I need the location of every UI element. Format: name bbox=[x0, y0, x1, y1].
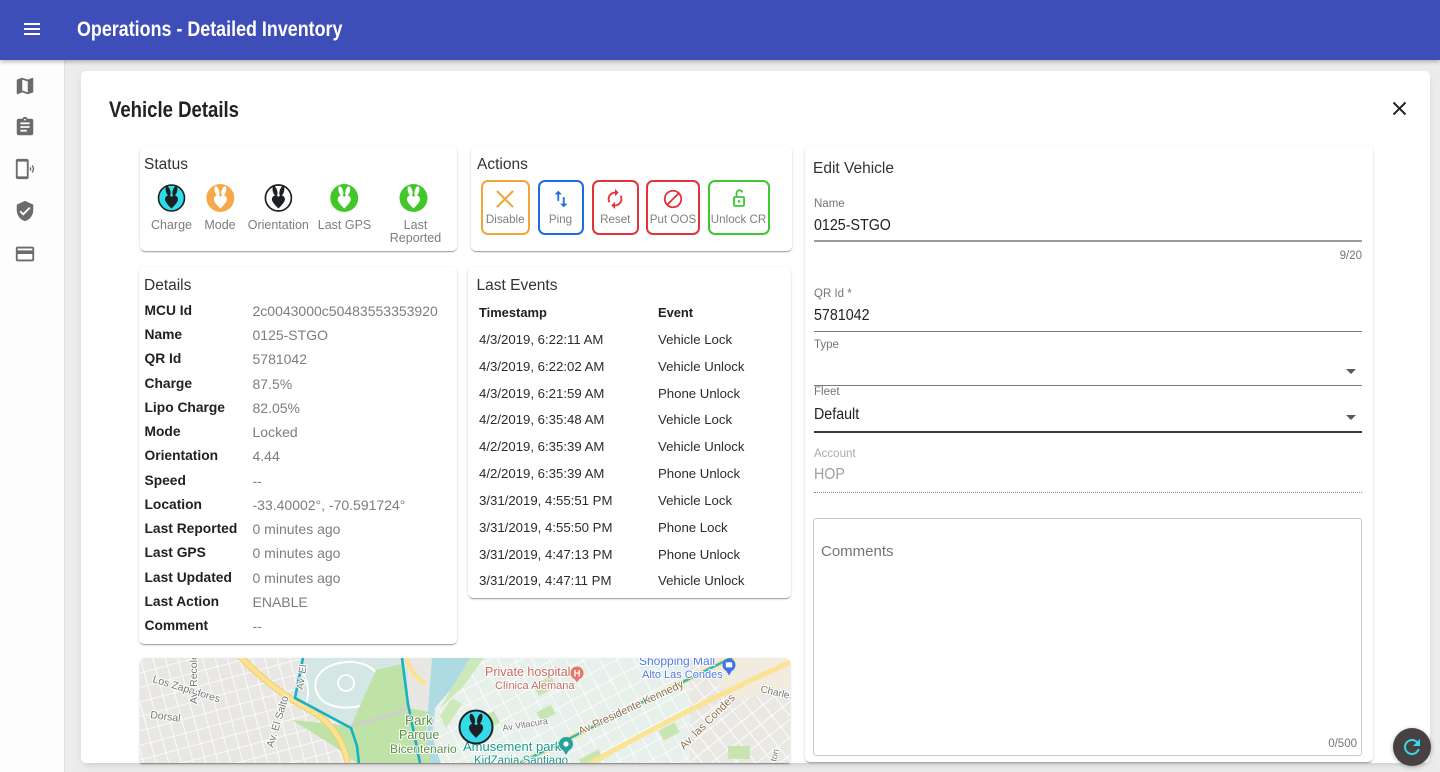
svg-text:Clínica Alemana: Clínica Alemana bbox=[495, 680, 575, 692]
svg-text:Private hospital: Private hospital bbox=[485, 665, 570, 679]
svg-text:Park: Park bbox=[405, 713, 433, 728]
svg-text:Av. Recoleta: Av. Recoleta bbox=[188, 658, 200, 704]
svg-text:Alto Las Condes: Alto Las Condes bbox=[642, 669, 723, 681]
svg-text:Bicentenario: Bicentenario bbox=[390, 742, 457, 756]
svg-text:Shopping Mall: Shopping Mall bbox=[639, 658, 715, 668]
svg-text:o: o bbox=[440, 760, 446, 763]
svg-text:KidZania Santiago: KidZania Santiago bbox=[474, 755, 568, 763]
svg-text:Parque: Parque bbox=[399, 728, 439, 742]
svg-text:H: H bbox=[573, 669, 580, 680]
